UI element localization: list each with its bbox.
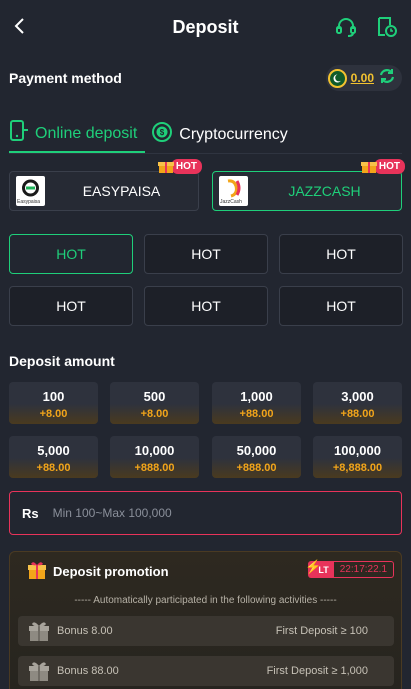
crypto-coin-icon: $ xyxy=(151,121,173,148)
amount-bonus: +888.00 xyxy=(110,458,199,478)
promotion-subtitle: ----- Automatically participated in the … xyxy=(74,595,337,606)
channel-easypaisa[interactable]: Easypaisa EASYPAISA HOT xyxy=(9,158,202,211)
hot-badge: HOT xyxy=(360,158,405,174)
channel-jazzcash[interactable]: JazzCash JAZZCASH HOT xyxy=(212,158,405,211)
tab-label: Cryptocurrency xyxy=(179,125,288,143)
amount-value: 5,000 xyxy=(37,443,70,458)
promotion-row: Bonus 88.00 First Deposit ≥ 1,000 xyxy=(18,656,394,686)
hot-option-6[interactable]: HOT xyxy=(279,286,403,326)
channel-name: JAZZCASH xyxy=(288,183,361,199)
easypaisa-logo: Easypaisa xyxy=(16,176,45,206)
amount-option-1000[interactable]: 1,000 +88.00 xyxy=(212,382,301,424)
bonus-name: Bonus 88.00 xyxy=(57,665,119,677)
amount-option-5000[interactable]: 5,000 +88.00 xyxy=(9,436,98,478)
hot-option-2[interactable]: HOT xyxy=(144,234,268,274)
bonus-name: Bonus 8.00 xyxy=(57,625,113,637)
amount-bonus: +8.00 xyxy=(9,404,98,424)
amount-value: 100,000 xyxy=(334,443,381,458)
payment-method-row: Payment method 0.00 xyxy=(9,64,402,92)
tab-cryptocurrency[interactable]: $ Cryptocurrency xyxy=(151,116,295,153)
promotion-timer: ⚡ LT 22:17:22.1 xyxy=(305,559,394,578)
amount-value: 1,000 xyxy=(240,389,273,404)
gift-icon xyxy=(27,659,51,683)
amount-bonus: +8,888.00 xyxy=(313,458,402,478)
amount-value: 3,000 xyxy=(341,389,374,404)
amount-value: 50,000 xyxy=(236,443,277,458)
gift-icon xyxy=(27,560,47,583)
gift-icon xyxy=(27,619,51,643)
hot-badge: HOT xyxy=(157,158,202,174)
gift-icon xyxy=(157,158,174,174)
amount-value: 100 xyxy=(42,389,65,404)
mobile-phone-icon xyxy=(9,119,29,148)
easypaisa-logo-text: Easypaisa xyxy=(17,199,41,205)
payment-method-label: Payment method xyxy=(9,70,122,86)
tab-label: Online deposit xyxy=(35,124,138,142)
balance-value: 0.00 xyxy=(350,71,374,85)
currency-label: Rs xyxy=(22,505,39,521)
chevron-left-icon[interactable] xyxy=(8,14,30,38)
amount-option-100[interactable]: 100 +8.00 xyxy=(9,382,98,424)
channel-name: EASYPAISA xyxy=(82,183,161,199)
amount-bonus: +88.00 xyxy=(313,404,402,424)
amount-option-3000[interactable]: 3,000 +88.00 xyxy=(313,382,402,424)
amount-bonus: +88.00 xyxy=(212,404,301,424)
hot-option-3[interactable]: HOT xyxy=(279,234,403,274)
lt-tag: ⚡ LT xyxy=(305,559,333,578)
deposit-promotion-panel: Deposit promotion ⚡ LT 22:17:22.1 ----- A… xyxy=(9,551,402,689)
amount-option-50000[interactable]: 50,000 +888.00 xyxy=(212,436,301,478)
pakistan-flag-icon xyxy=(327,68,347,88)
amount-bonus: +8.00 xyxy=(110,404,199,424)
payment-tabs: Online deposit $ Cryptocurrency xyxy=(9,116,402,154)
promotion-title: Deposit promotion xyxy=(53,564,169,579)
clock-document-icon[interactable] xyxy=(375,15,399,39)
bonus-condition: First Deposit ≥ 100 xyxy=(275,625,368,637)
amount-option-100000[interactable]: 100,000 +8,888.00 xyxy=(313,436,402,478)
amount-option-10000[interactable]: 10,000 +888.00 xyxy=(110,436,199,478)
balance-chip: 0.00 xyxy=(325,65,402,91)
amount-bonus: +88.00 xyxy=(9,458,98,478)
page-title: Deposit xyxy=(172,16,239,37)
amount-input[interactable] xyxy=(52,506,401,520)
lightning-icon: ⚡ xyxy=(305,559,322,574)
amount-value: 500 xyxy=(143,389,166,404)
jazzcash-logo-text: JazzCash xyxy=(220,199,242,205)
gift-icon xyxy=(360,158,377,174)
amount-option-500[interactable]: 500 +8.00 xyxy=(110,382,199,424)
countdown: 22:17:22.1 xyxy=(332,561,394,578)
headset-icon[interactable] xyxy=(334,15,358,39)
jazzcash-logo: JazzCash xyxy=(219,176,248,206)
deposit-amount-label: Deposit amount xyxy=(9,353,115,369)
promotion-row: Bonus 8.00 First Deposit ≥ 100 xyxy=(18,616,394,646)
amount-value: 10,000 xyxy=(134,443,175,458)
amount-bonus: +888.00 xyxy=(212,458,301,478)
amount-input-box: Rs xyxy=(9,491,402,535)
hot-option-5[interactable]: HOT xyxy=(144,286,268,326)
bonus-condition: First Deposit ≥ 1,000 xyxy=(266,665,368,677)
hot-tag: HOT xyxy=(170,158,202,174)
refresh-icon[interactable] xyxy=(378,67,396,90)
hot-tag: HOT xyxy=(373,158,405,174)
hot-option-1[interactable]: HOT xyxy=(9,234,133,274)
svg-text:$: $ xyxy=(160,128,165,137)
hot-option-4[interactable]: HOT xyxy=(9,286,133,326)
promotion-header: Deposit promotion xyxy=(27,560,169,583)
tab-online-deposit[interactable]: Online deposit xyxy=(9,116,146,153)
header: Deposit xyxy=(0,0,411,54)
